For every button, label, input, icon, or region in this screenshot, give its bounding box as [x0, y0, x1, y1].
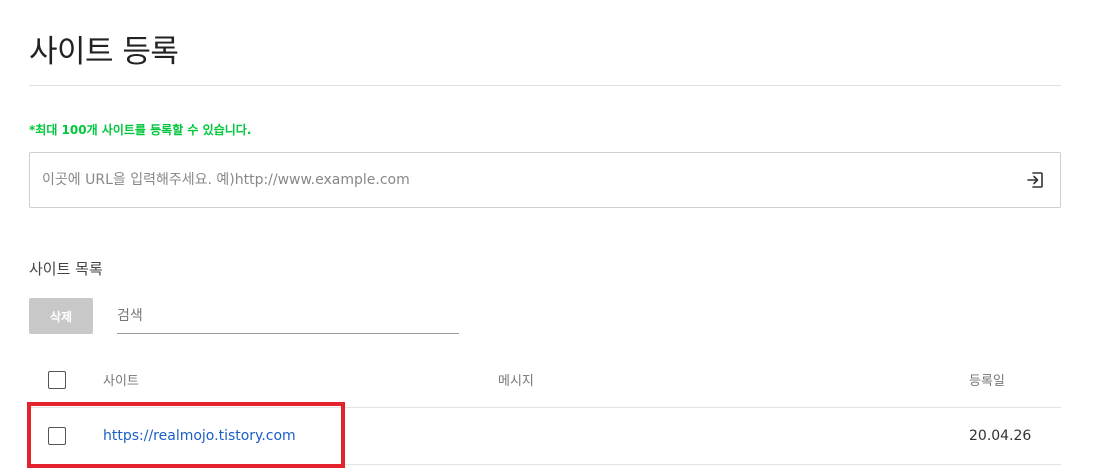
title-divider	[29, 85, 1061, 86]
date-cell: 20.04.26	[969, 428, 1032, 444]
select-all-checkbox[interactable]	[48, 371, 66, 389]
table-header-row: 사이트 메시지 등록일	[29, 352, 1061, 408]
search-input[interactable]	[117, 298, 459, 333]
column-header-site: 사이트	[103, 374, 139, 389]
site-table: 사이트 메시지 등록일 https://realmojo.tistory.com…	[29, 352, 1061, 465]
search-box	[117, 298, 459, 334]
site-cell: https://realmojo.tistory.com	[103, 408, 296, 464]
site-limit-notice: *최대 100개 사이트를 등록할 수 있습니다.	[29, 123, 252, 137]
site-list-title: 사이트 목록	[29, 260, 103, 278]
column-header-message: 메시지	[498, 374, 534, 389]
url-input[interactable]	[30, 153, 1024, 207]
row-checkbox[interactable]	[48, 427, 66, 445]
table-row: https://realmojo.tistory.com 20.04.26	[29, 408, 1061, 465]
delete-button[interactable]: 삭제	[29, 298, 93, 334]
enter-icon[interactable]	[1024, 169, 1046, 191]
column-header-date: 등록일	[969, 374, 1005, 389]
url-input-box	[29, 152, 1061, 208]
site-link[interactable]: https://realmojo.tistory.com	[103, 428, 296, 444]
page-title: 사이트 등록	[29, 34, 179, 70]
